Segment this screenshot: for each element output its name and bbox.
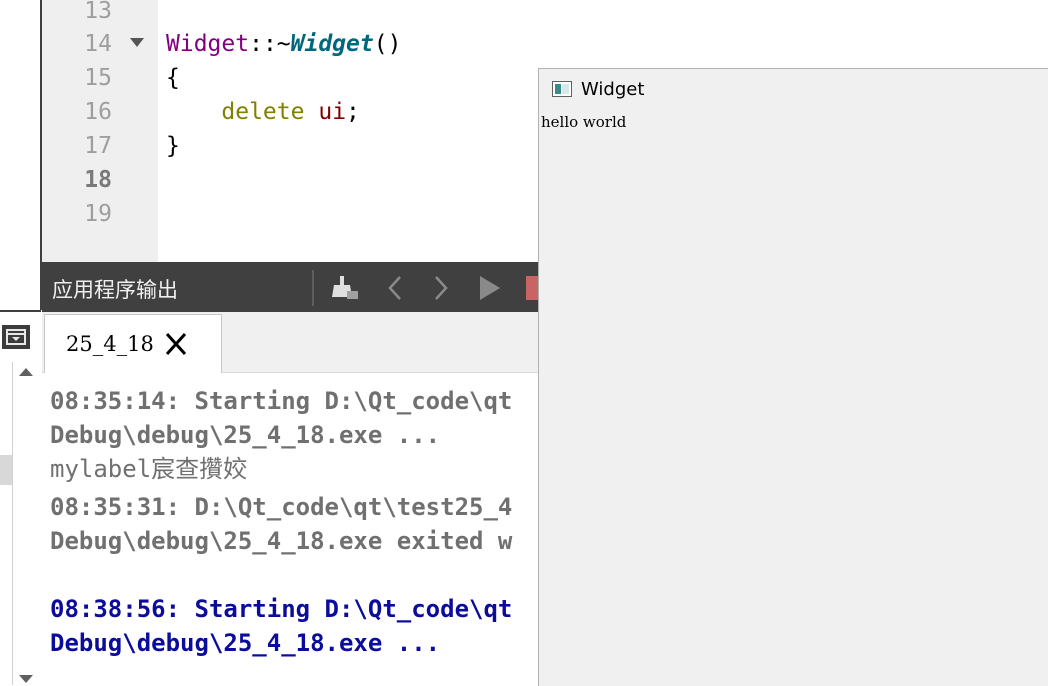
scroll-up-icon[interactable] (19, 368, 33, 376)
toolbar-separator (312, 270, 314, 306)
code-token-keyword: delete (221, 99, 305, 125)
line-number: 13 (84, 0, 112, 24)
scroll-down-icon[interactable] (19, 675, 33, 683)
panel-toggle-button[interactable] (2, 325, 30, 349)
code-line-16: delete ui; (166, 95, 360, 129)
output-line: 08:35:14: Starting D:\Qt_code\qt (50, 387, 513, 415)
line-number: 16 (84, 99, 112, 125)
code-token-semicolon: ; (346, 99, 360, 125)
line-number: 15 (84, 65, 112, 91)
output-line: Debug\debug\25_4_18.exe ... (50, 629, 441, 657)
line-number: 17 (84, 133, 112, 159)
code-line-17: } (166, 133, 180, 159)
panel-toggle-icon (6, 329, 26, 345)
fold-arrow-icon[interactable] (130, 38, 144, 47)
next-icon[interactable] (424, 272, 458, 304)
widget-titlebar[interactable]: Widget (539, 69, 1048, 111)
output-line: Debug\debug\25_4_18.exe exited w (50, 527, 513, 555)
widget-window[interactable]: Widget hello world (538, 68, 1048, 686)
code-token-variable: ui (318, 99, 347, 125)
hello-label: hello world (541, 113, 627, 131)
line-number-current: 18 (84, 167, 112, 193)
run-icon[interactable] (472, 272, 506, 304)
output-line: mylabel宸查攢姣 (50, 455, 248, 483)
code-token-parens: () (373, 31, 402, 57)
prev-icon[interactable] (378, 272, 412, 304)
line-number: 14 (84, 31, 112, 57)
output-line: Debug\debug\25_4_18.exe ... (50, 421, 441, 449)
output-line: 08:38:56: Starting D:\Qt_code\qt (50, 595, 513, 623)
code-token-scope: ::~ (249, 31, 291, 57)
code-token-class: Widget (166, 31, 250, 57)
code-line-14: Widget::~Widget() (166, 27, 401, 61)
left-scrollbar[interactable] (12, 362, 39, 685)
code-token-function: Widget (290, 31, 374, 57)
tab-label: 25_4_18 (66, 332, 154, 356)
sidebar-selection-marker (0, 455, 12, 485)
close-icon[interactable] (163, 331, 189, 357)
code-line-15: { (166, 65, 180, 91)
line-number: 19 (84, 201, 112, 227)
output-pane-title: 应用程序输出 (52, 278, 178, 302)
app-icon (552, 81, 572, 97)
sidebar-divider-horizontal (0, 310, 41, 312)
clear-icon[interactable] (328, 272, 362, 304)
output-line: 08:35:31: D:\Qt_code\qt\test25_4 (50, 493, 513, 521)
widget-title: Widget (581, 79, 645, 100)
